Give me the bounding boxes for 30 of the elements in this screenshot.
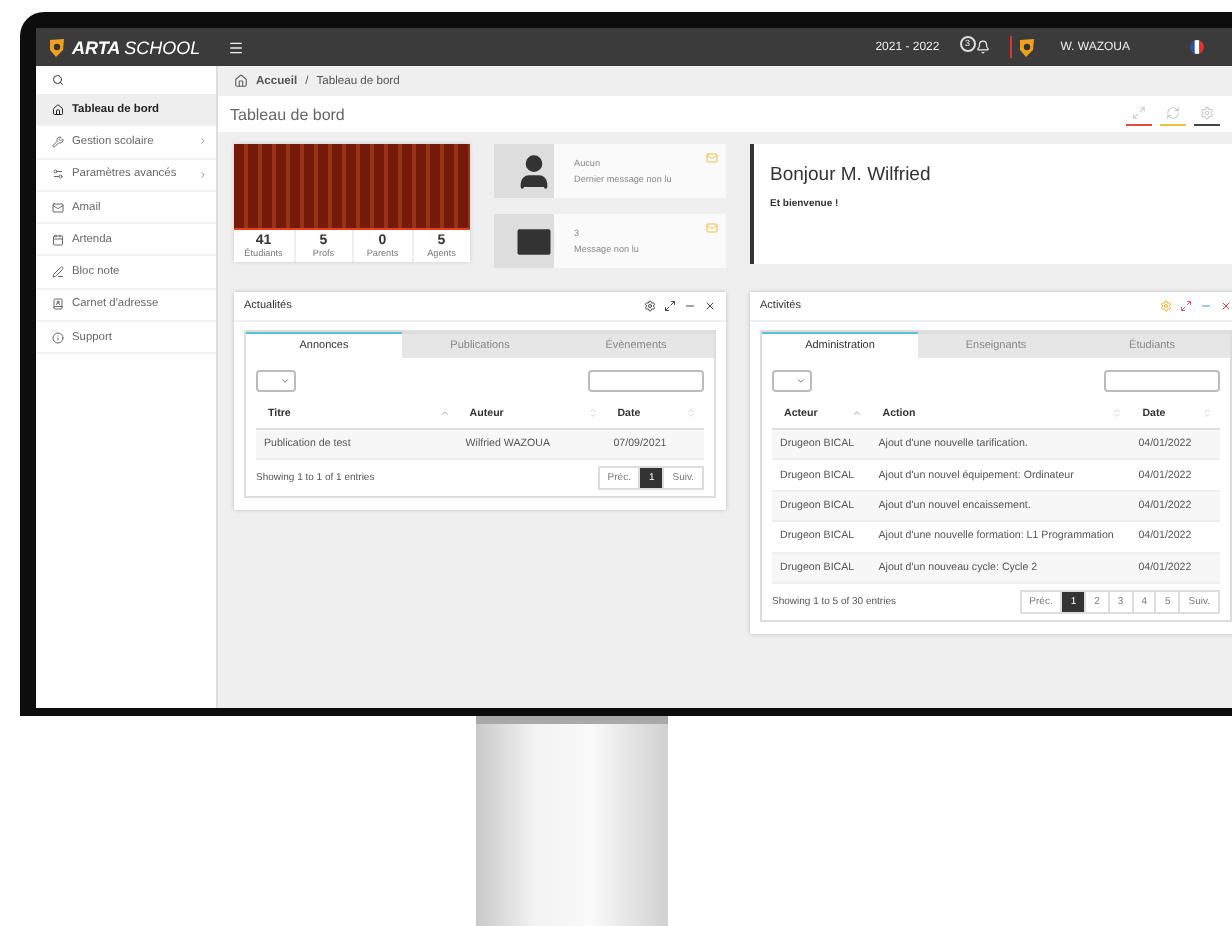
flag-icon[interactable] <box>1190 40 1204 54</box>
home-icon <box>52 103 64 116</box>
logo-text: SCHOOL <box>124 37 201 57</box>
settings-icon[interactable] <box>644 300 656 312</box>
tool-button[interactable] <box>1194 102 1220 126</box>
chevron-down-icon <box>796 376 806 386</box>
close-icon[interactable] <box>1220 300 1232 312</box>
refresh-icon <box>1166 106 1180 120</box>
address-book-icon <box>52 298 64 311</box>
menu-icon[interactable] <box>228 39 244 55</box>
info-icon <box>52 331 64 344</box>
close-icon[interactable] <box>704 300 716 312</box>
logo-text: ARTA <box>72 37 121 57</box>
calendar-icon <box>52 233 64 246</box>
bell-icon[interactable] <box>976 40 991 54</box>
search-field[interactable] <box>1104 370 1220 392</box>
settings-icon <box>1200 106 1214 120</box>
fullscreen-button[interactable] <box>1126 102 1152 126</box>
search-field[interactable] <box>588 370 704 392</box>
logo-icon <box>48 37 66 57</box>
chevron-down-icon <box>280 376 290 386</box>
page-title: Tableau de bord <box>230 105 345 123</box>
logo-icon <box>1018 37 1037 57</box>
search-icon[interactable] <box>52 74 64 86</box>
welcome-title: Bonjour M. Wilfried <box>770 164 933 186</box>
wrench-icon <box>52 135 64 148</box>
expand-icon <box>1132 106 1146 120</box>
minimize-icon[interactable] <box>684 300 696 312</box>
home-icon <box>234 74 248 88</box>
pen-icon <box>52 266 64 279</box>
